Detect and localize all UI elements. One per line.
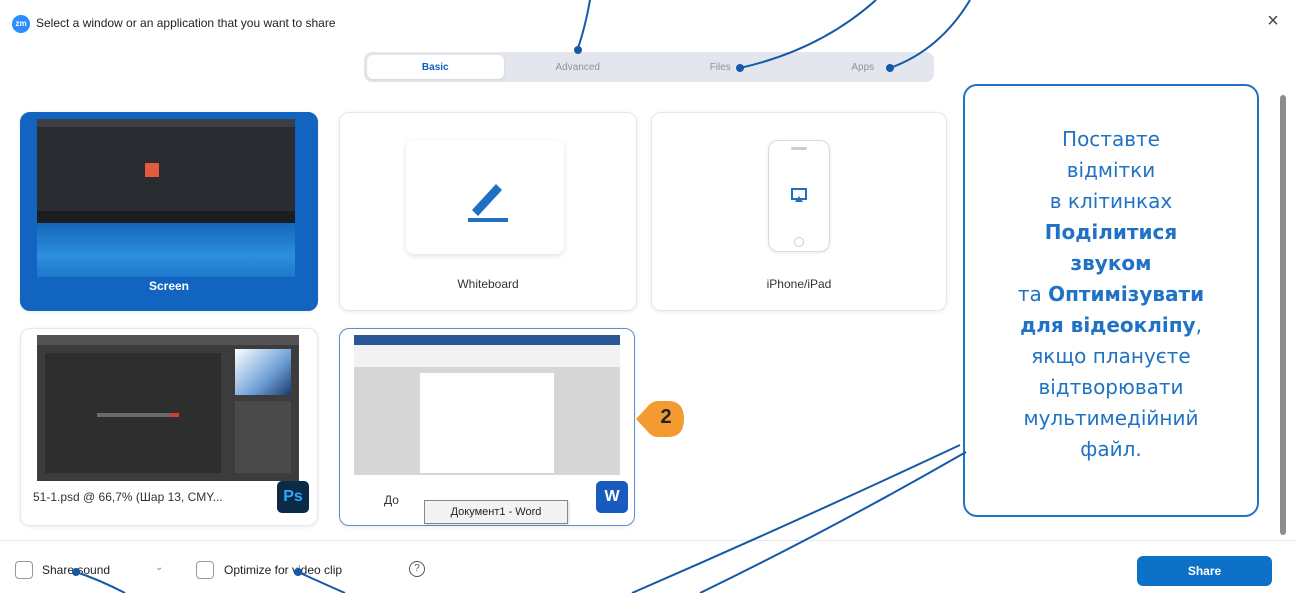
title-bar: zm Select a window or an application tha… bbox=[0, 0, 1297, 46]
whiteboard-card bbox=[406, 140, 564, 254]
callout-line: Поставте bbox=[1062, 127, 1160, 151]
whiteboard-label: Whiteboard bbox=[457, 277, 519, 291]
tab-basic[interactable]: Basic bbox=[367, 55, 504, 79]
callout-line: відтворювати bbox=[1038, 375, 1184, 399]
callout-text-fragment: та bbox=[1017, 282, 1049, 306]
photoshop-thumbnail bbox=[37, 335, 299, 481]
photoshop-window-tile[interactable]: 51-1.psd @ 66,7% (Шар 13, CMY... Ps bbox=[20, 328, 318, 526]
step-number-badge: 2 bbox=[636, 400, 686, 438]
bottom-bar: Share sound ⌄ Optimize for video clip ? … bbox=[0, 540, 1297, 594]
callout-line: якщо плануєте bbox=[1031, 344, 1191, 368]
tab-advanced[interactable]: Advanced bbox=[510, 55, 647, 79]
share-button[interactable]: Share bbox=[1137, 556, 1272, 586]
callout-line: мультимедійний bbox=[1023, 406, 1199, 430]
help-icon[interactable]: ? bbox=[409, 561, 425, 577]
tab-bar: Basic Advanced Files Apps bbox=[364, 52, 934, 82]
phone-icon bbox=[768, 140, 830, 252]
callout-bold: Оптимізувати bbox=[1048, 282, 1205, 306]
callout-bold: для відеокліпу bbox=[1020, 313, 1196, 337]
callout-text: Поставте відмітки в клітинках Поділитися… bbox=[965, 124, 1257, 465]
word-thumbnail bbox=[354, 335, 620, 475]
instruction-callout: Поставте відмітки в клітинках Поділитися… bbox=[963, 84, 1259, 517]
zoom-logo-icon: zm bbox=[12, 15, 30, 33]
screen-label: Screen bbox=[148, 279, 190, 293]
tab-apps[interactable]: Apps bbox=[795, 55, 932, 79]
pencil-icon bbox=[468, 184, 508, 222]
vertical-scrollbar[interactable] bbox=[1277, 45, 1289, 535]
iphone-ipad-label: iPhone/iPad bbox=[766, 277, 832, 291]
tab-files[interactable]: Files bbox=[652, 55, 789, 79]
callout-text-fragment: , bbox=[1195, 313, 1202, 337]
callout-line: відмітки bbox=[1066, 158, 1156, 182]
word-title-partial: До bbox=[384, 493, 399, 507]
callout-bold: звуком bbox=[1070, 251, 1152, 275]
callout-line: файл. bbox=[1080, 437, 1142, 461]
airplay-icon bbox=[791, 188, 807, 202]
word-window-tile[interactable]: До W bbox=[339, 328, 635, 526]
iphone-ipad-tile[interactable]: iPhone/iPad bbox=[651, 112, 947, 311]
whiteboard-tile[interactable]: Whiteboard bbox=[339, 112, 637, 311]
word-app-icon: W bbox=[596, 481, 628, 513]
close-button[interactable]: × bbox=[1262, 8, 1284, 34]
word-tooltip: Документ1 - Word bbox=[424, 500, 568, 524]
photoshop-app-icon: Ps bbox=[277, 481, 309, 513]
share-sound-checkbox[interactable] bbox=[15, 561, 33, 579]
badge-number: 2 bbox=[660, 406, 672, 428]
screen-tile[interactable]: Screen bbox=[20, 112, 318, 311]
share-sound-label[interactable]: Share sound bbox=[42, 563, 110, 577]
screen-thumbnail bbox=[37, 119, 295, 277]
chevron-down-icon[interactable]: ⌄ bbox=[155, 562, 163, 573]
optimize-video-checkbox[interactable] bbox=[196, 561, 214, 579]
callout-line: в клітинках bbox=[1049, 189, 1173, 213]
scrollbar-thumb[interactable] bbox=[1280, 95, 1286, 535]
photoshop-title: 51-1.psd @ 66,7% (Шар 13, CMY... bbox=[33, 490, 223, 504]
callout-bold: Поділитися bbox=[1044, 220, 1178, 244]
share-dialog: zm Select a window or an application tha… bbox=[0, 0, 1297, 593]
dialog-title: Select a window or an application that y… bbox=[36, 16, 336, 30]
optimize-video-label[interactable]: Optimize for video clip bbox=[224, 563, 342, 577]
